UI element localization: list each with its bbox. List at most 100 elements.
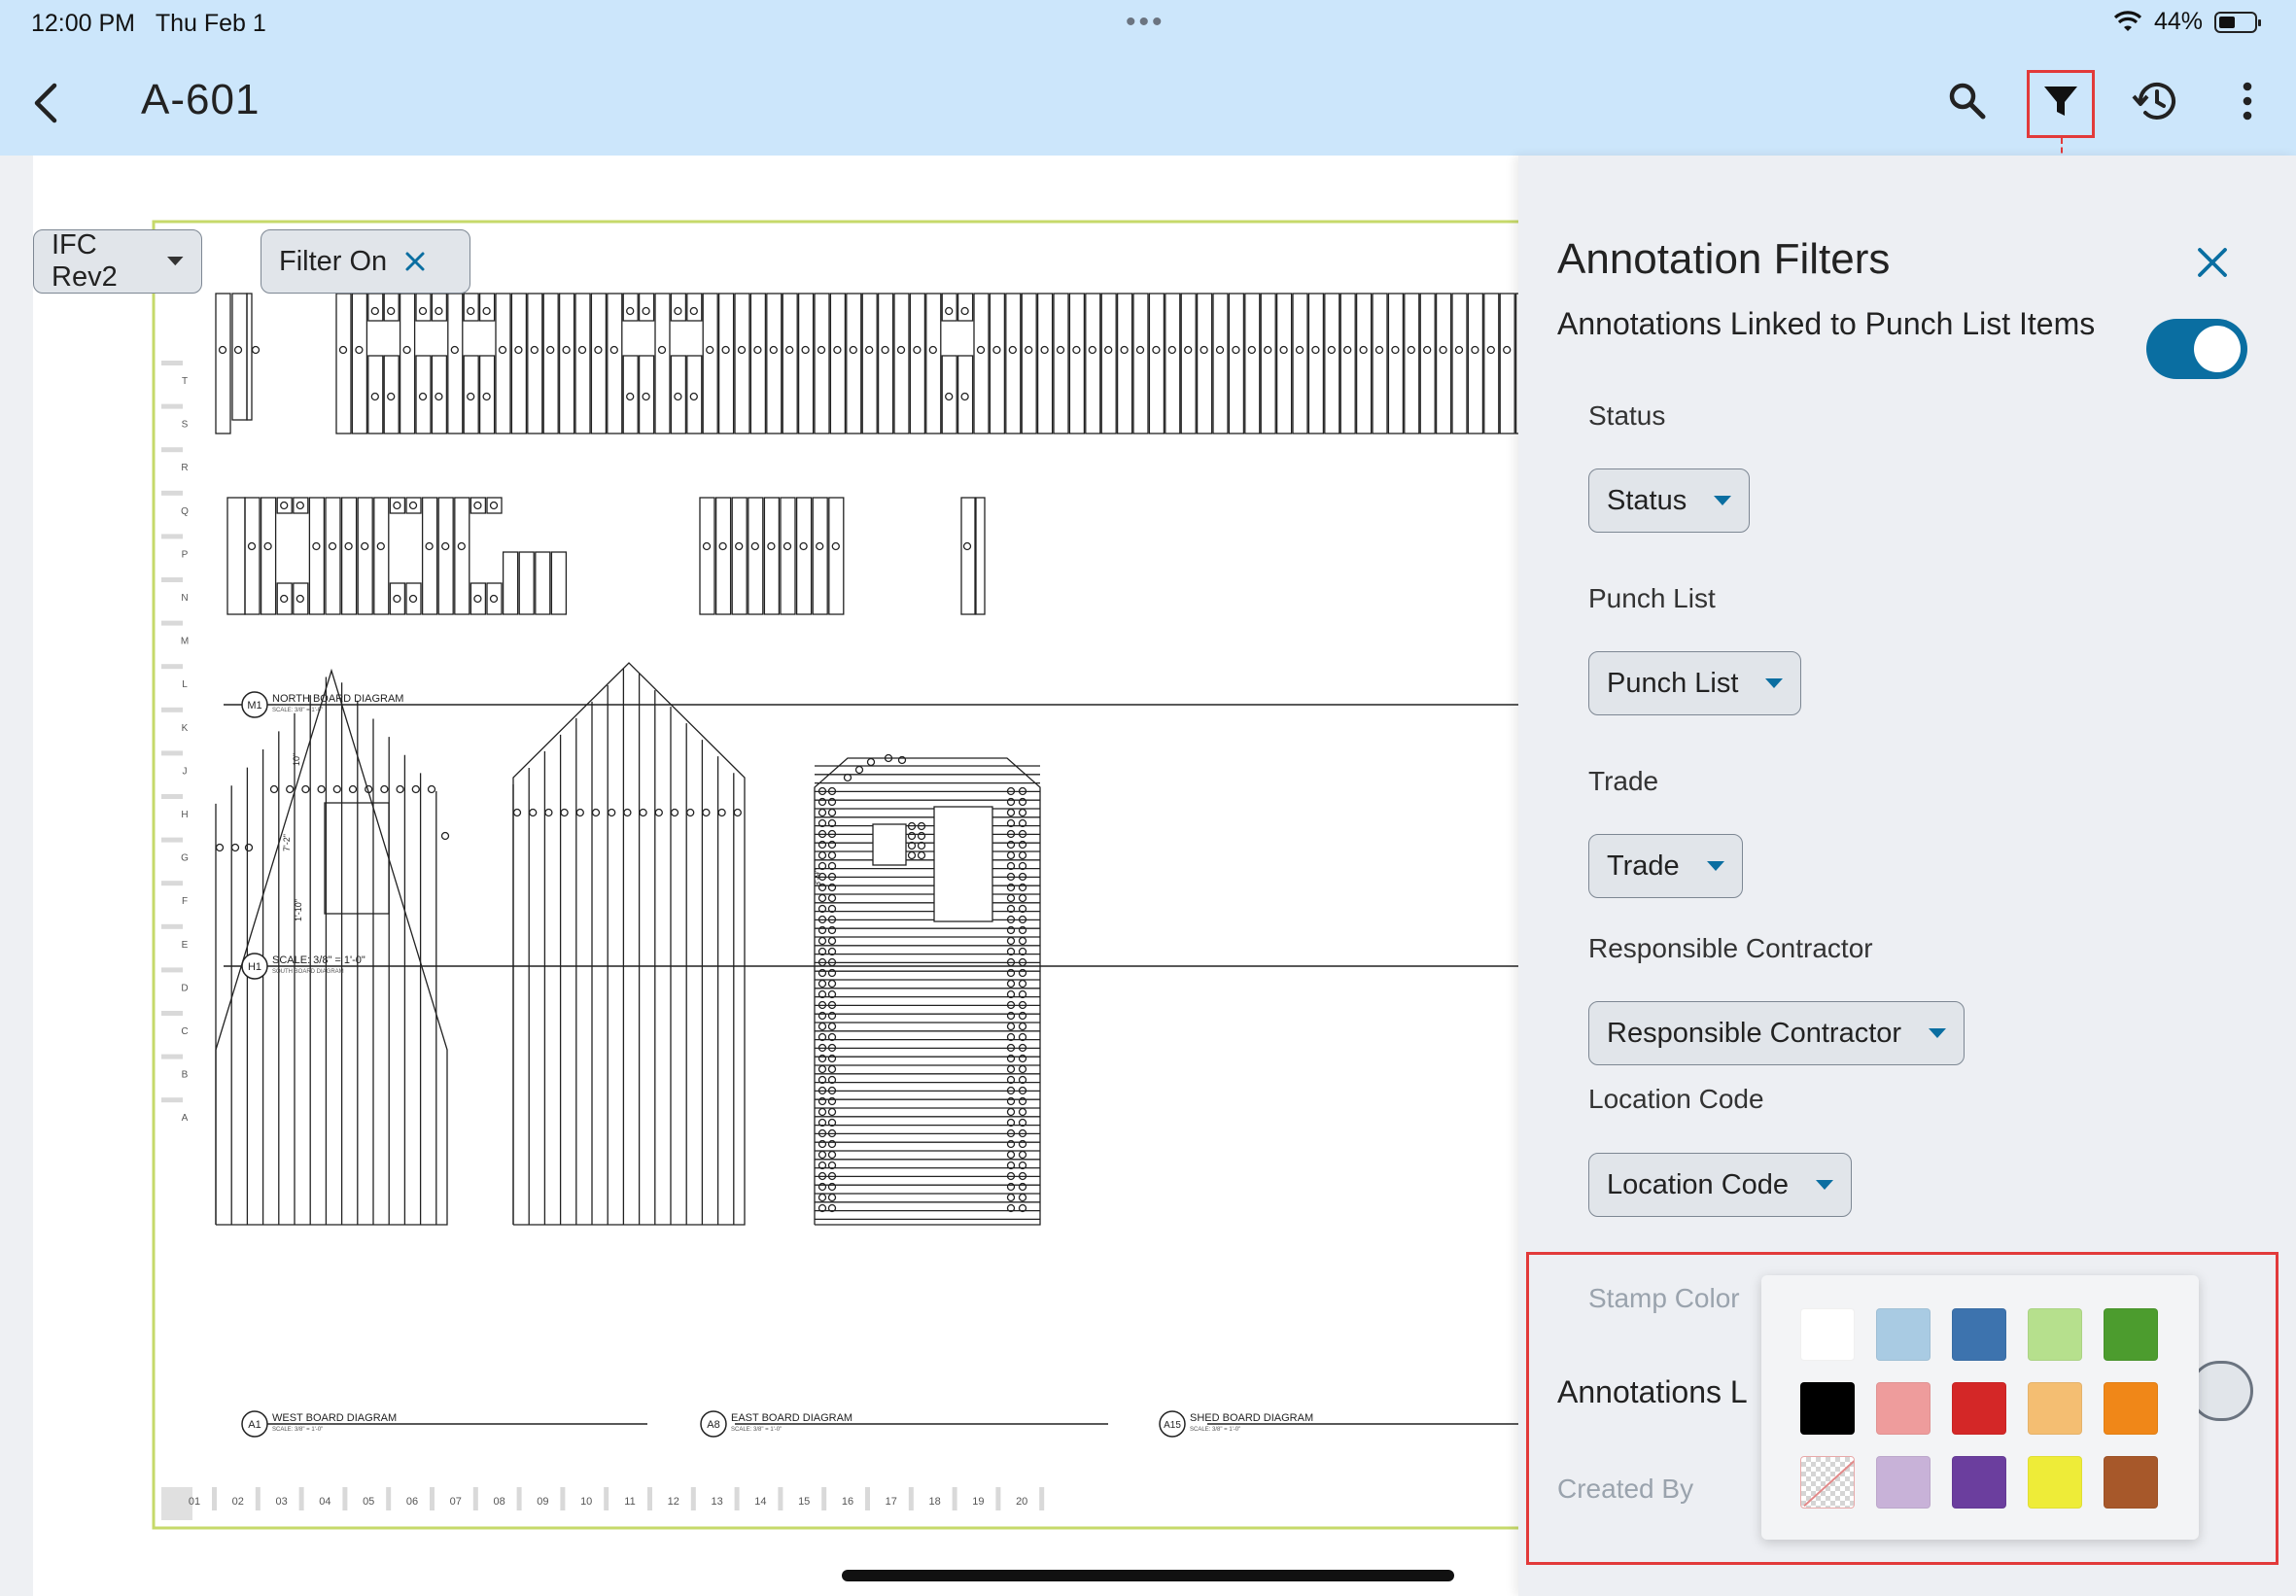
revision-select[interactable]: IFC Rev2 (33, 229, 202, 294)
battery-icon (2214, 11, 2261, 33)
column-label: 10 (580, 1496, 592, 1508)
more-button[interactable] (2220, 74, 2275, 128)
trade-dropdown-value: Trade (1607, 850, 1680, 882)
color-swatch[interactable] (1876, 1456, 1931, 1509)
color-swatch[interactable] (1952, 1456, 2006, 1509)
responsible-contractor-label: Responsible Contractor (1588, 933, 1873, 963)
annotations-toggle-label: Annotations L (1557, 1374, 1748, 1409)
row-label: H (181, 810, 188, 820)
status-dropdown-value: Status (1607, 484, 1687, 516)
color-swatch[interactable] (1952, 1308, 2006, 1361)
history-icon (2132, 82, 2175, 120)
dimension-label: 3'-9" (813, 869, 822, 886)
row-label: D (181, 983, 188, 993)
trade-dropdown[interactable]: Trade (1588, 834, 1743, 898)
punch-list-dropdown-value: Punch List (1607, 667, 1739, 699)
caret-down-icon (167, 257, 184, 266)
row-label: K (182, 723, 189, 734)
dimension-label: 1'-10" (294, 899, 303, 921)
color-swatch[interactable] (2028, 1308, 2082, 1361)
row-label: R (181, 463, 188, 473)
section-tag: A1 (248, 1419, 261, 1431)
filter-button-highlight (2027, 70, 2095, 138)
column-label: 03 (275, 1496, 287, 1508)
column-label: 05 (363, 1496, 374, 1508)
color-swatch[interactable] (2104, 1382, 2158, 1435)
color-swatch[interactable] (1876, 1382, 1931, 1435)
created-by-label: Created By (1557, 1474, 1694, 1504)
column-label: 02 (232, 1496, 244, 1508)
chevron-left-icon (34, 83, 57, 123)
location-code-dropdown-value: Location Code (1607, 1168, 1790, 1200)
section-title: SHED BOARD DIAGRAM (1190, 1412, 1313, 1424)
trade-label: Trade (1588, 766, 1659, 796)
column-label: 19 (972, 1496, 984, 1508)
section-scale: SCALE: 3/8" = 1'-0" (272, 708, 323, 713)
column-label: 09 (537, 1496, 548, 1508)
responsible-contractor-dropdown[interactable]: Responsible Contractor (1588, 1001, 1966, 1065)
section-title: SCALE: 3/8" = 1'-0" (272, 954, 365, 966)
caret-down-icon (1765, 678, 1784, 688)
column-label: 06 (406, 1496, 418, 1508)
color-swatch[interactable] (2104, 1308, 2158, 1361)
dimension-label: 10" (292, 753, 301, 766)
caret-down-icon (1714, 496, 1732, 505)
row-label: A (182, 1113, 189, 1124)
column-label: 14 (754, 1496, 766, 1508)
close-icon (2198, 248, 2227, 277)
color-swatch[interactable] (1800, 1382, 1855, 1435)
color-swatch-none[interactable] (1800, 1456, 1855, 1509)
section-tag: A15 (1164, 1420, 1181, 1431)
close-icon[interactable] (404, 251, 426, 272)
punch-list-dropdown[interactable]: Punch List (1588, 651, 1802, 715)
section-title: EAST BOARD DIAGRAM (731, 1412, 852, 1424)
color-swatch[interactable] (1800, 1308, 1855, 1361)
color-swatch[interactable] (1952, 1382, 2006, 1435)
column-label: 08 (493, 1496, 504, 1508)
color-swatch[interactable] (1876, 1308, 1931, 1361)
status-indicators: 44% (2113, 8, 2261, 36)
history-button[interactable] (2127, 74, 2181, 128)
linked-punch-list-toggle[interactable] (2146, 319, 2247, 379)
location-code-dropdown[interactable]: Location Code (1588, 1153, 1853, 1217)
filter-on-label: Filter On (279, 245, 388, 277)
row-label: B (182, 1070, 189, 1081)
section-scale: SCALE: 3/8" = 1'-0" (1190, 1427, 1240, 1433)
column-label: 01 (189, 1496, 200, 1508)
back-button[interactable] (25, 76, 64, 130)
top-app-bar: 12:00 PM Thu Feb 1 ••• 44% A-601 (0, 0, 2296, 156)
column-label: 11 (624, 1496, 635, 1508)
column-label: 13 (711, 1496, 722, 1508)
status-dropdown[interactable]: Status (1588, 468, 1751, 533)
color-swatch-grid (1800, 1308, 2158, 1509)
row-label: N (181, 593, 188, 604)
more-vertical-icon (2243, 82, 2252, 121)
column-label: 20 (1016, 1496, 1027, 1508)
filter-on-chip[interactable]: Filter On (261, 229, 470, 294)
color-swatch[interactable] (2028, 1456, 2082, 1509)
column-label: 15 (798, 1496, 810, 1508)
row-label: M (181, 637, 189, 647)
board-diagram-drawing: T S R Q P N M L K J H G F E D C B A 01 02 03 04 05 06 07 08 09 10 1… (152, 220, 1518, 1530)
column-label: 17 (886, 1496, 897, 1508)
search-button[interactable] (1940, 74, 1995, 128)
section-title: WEST BOARD DIAGRAM (272, 1412, 397, 1424)
punch-list-label: Punch List (1588, 583, 1716, 613)
color-swatch[interactable] (2104, 1456, 2158, 1509)
section-tag: M1 (247, 700, 261, 711)
stamp-color-label: Stamp Color (1588, 1283, 1740, 1313)
responsible-contractor-dropdown-value: Responsible Contractor (1607, 1017, 1902, 1049)
home-indicator[interactable] (842, 1570, 1454, 1581)
section-tag: A8 (707, 1419, 719, 1431)
multitask-dots[interactable]: ••• (1126, 6, 1165, 39)
column-label: 18 (928, 1496, 940, 1508)
panel-close-button[interactable] (2189, 239, 2236, 286)
row-label: C (181, 1026, 188, 1037)
drawing-canvas[interactable]: T S R Q P N M L K J H G F E D C B A 01 02 03 04 05 06 07 08 09 10 1… (0, 156, 1518, 1596)
status-time: 12:00 PM Thu Feb 1 (31, 10, 266, 37)
search-icon (1949, 83, 1986, 120)
section-title: NORTH BOARD DIAGRAM (272, 693, 403, 705)
caret-down-icon (1816, 1180, 1834, 1190)
drawing-sheet: T S R Q P N M L K J H G F E D C B A 01 02 03 04 05 06 07 08 09 10 1… (33, 156, 1518, 1596)
color-swatch[interactable] (2028, 1382, 2082, 1435)
